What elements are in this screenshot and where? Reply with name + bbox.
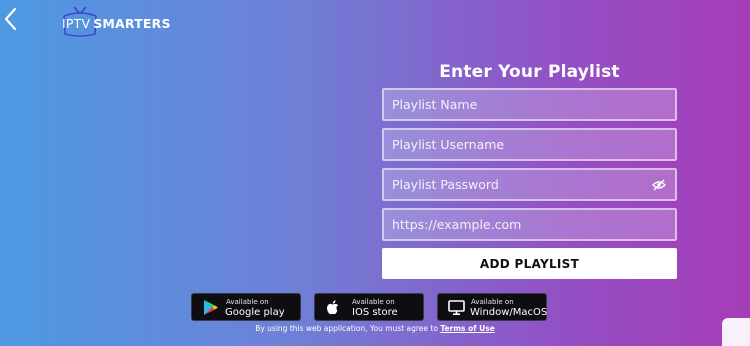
monitor-icon: [448, 300, 465, 315]
google-play-small-label: Available on: [226, 298, 269, 306]
playlist-name-input[interactable]: [384, 90, 675, 119]
playlist-name-field: [382, 88, 677, 121]
ios-store-small-label: Available on: [352, 298, 395, 306]
desktop-store-badge[interactable]: Available on Window/MacOS: [437, 293, 547, 321]
corner-widget[interactable]: [722, 318, 750, 346]
chevron-left-icon: [4, 7, 17, 31]
logo-text-iptv: IPTV: [62, 16, 91, 31]
add-playlist-button[interactable]: ADD PLAYLIST: [382, 248, 677, 279]
playlist-url-input[interactable]: [384, 210, 675, 239]
terms-of-use-link[interactable]: Terms of Use: [440, 324, 494, 333]
logo-text-smarters: SMARTERS: [93, 16, 171, 31]
playlist-username-input[interactable]: [384, 130, 675, 159]
back-button[interactable]: [2, 6, 20, 32]
desktop-store-big-label: Window/MacOS: [470, 307, 548, 318]
playlist-username-field: [382, 128, 677, 161]
terms-prefix: By using this web application, You must …: [255, 324, 438, 333]
ios-store-badge[interactable]: Available on IOS store: [314, 293, 424, 321]
apple-icon: [327, 300, 339, 315]
form-title: Enter Your Playlist: [439, 62, 620, 82]
google-play-badge[interactable]: Available on Google play: [191, 293, 301, 321]
desktop-store-small-label: Available on: [471, 298, 514, 306]
google-play-icon: [204, 300, 218, 315]
ios-store-big-label: IOS store: [352, 307, 398, 318]
playlist-url-field: [382, 208, 677, 241]
app-logo: IPTV SMARTERS: [60, 4, 180, 38]
logo-text: IPTV SMARTERS: [62, 16, 171, 31]
playlist-password-field: [382, 168, 677, 201]
google-play-big-label: Google play: [225, 307, 285, 318]
terms-notice: By using this web application, You must …: [0, 324, 750, 333]
eye-slash-icon[interactable]: [652, 179, 666, 191]
playlist-password-input[interactable]: [384, 170, 675, 199]
